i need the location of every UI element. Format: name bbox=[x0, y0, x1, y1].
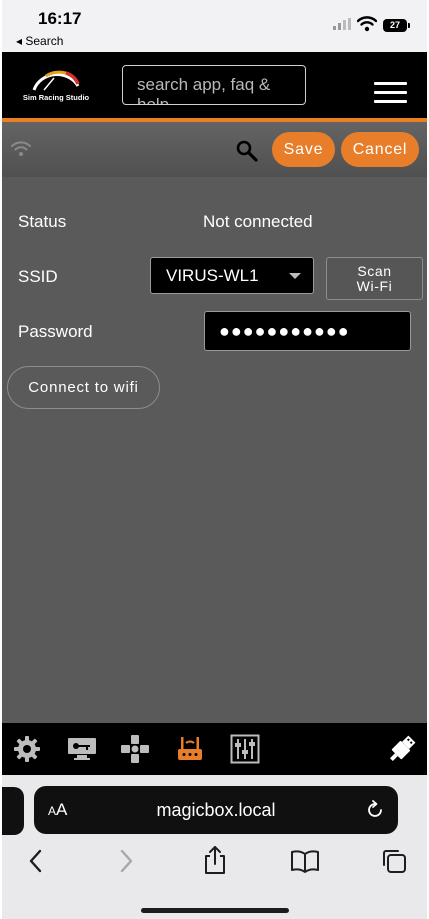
bottom-nav-bar bbox=[2, 723, 427, 775]
hamburger-menu-icon[interactable] bbox=[374, 82, 407, 104]
wifi-signal-icon bbox=[11, 141, 31, 156]
usb-icon[interactable] bbox=[386, 733, 418, 765]
bookmarks-icon[interactable] bbox=[290, 848, 320, 874]
back-to-search-link[interactable]: ◂ Search bbox=[16, 34, 63, 48]
logo-text: Sim Racing Studio bbox=[22, 93, 90, 102]
clock: 16:17 bbox=[38, 9, 82, 28]
monitor-key-icon[interactable] bbox=[64, 733, 100, 765]
back-arrow-icon[interactable] bbox=[26, 848, 46, 874]
home-indicator[interactable] bbox=[141, 908, 289, 913]
gear-icon[interactable] bbox=[11, 733, 43, 765]
app-search-input[interactable]: search app, faq & help bbox=[122, 65, 306, 105]
forward-arrow-icon[interactable] bbox=[116, 848, 136, 874]
reload-icon[interactable] bbox=[364, 799, 386, 821]
connect-to-wifi-button[interactable]: Connect to wifi bbox=[7, 366, 160, 409]
save-button[interactable]: Save bbox=[272, 132, 335, 167]
router-icon[interactable] bbox=[174, 733, 206, 765]
search-icon[interactable] bbox=[235, 139, 259, 163]
password-field[interactable]: ●●●●●●●●●●● bbox=[204, 311, 411, 351]
action-toolbar: Save Cancel bbox=[2, 122, 427, 177]
url-text: magicbox.local bbox=[156, 800, 276, 820]
battery-icon: 27 bbox=[383, 19, 407, 32]
scan-label-line2: Wi-Fi bbox=[356, 278, 393, 294]
logo-arc-icon bbox=[32, 70, 80, 91]
ssid-selected-value: VIRUS-WL1 bbox=[166, 266, 259, 285]
app-screen: 16:17 ◂ Search 27 Sim Racing Studio sear… bbox=[2, 0, 427, 919]
ios-status-bar: 16:17 ◂ Search 27 bbox=[2, 0, 427, 52]
chevron-down-icon bbox=[289, 273, 301, 279]
app-header: Sim Racing Studio search app, faq & help bbox=[2, 52, 427, 118]
wifi-status-icon bbox=[357, 16, 377, 32]
ssid-label: SSID bbox=[18, 267, 58, 286]
tabs-icon[interactable] bbox=[381, 848, 407, 874]
status-value: Not connected bbox=[203, 212, 313, 231]
browser-toolbar: AA magicbox.local bbox=[2, 775, 427, 919]
status-label: Status bbox=[18, 212, 67, 231]
scan-wifi-button[interactable]: Scan Wi-Fi bbox=[326, 257, 423, 300]
password-label: Password bbox=[18, 322, 93, 341]
address-bar[interactable]: AA magicbox.local bbox=[34, 786, 398, 834]
cell-signal-icon bbox=[333, 18, 351, 30]
cancel-button[interactable]: Cancel bbox=[341, 132, 419, 167]
share-icon[interactable] bbox=[202, 845, 228, 875]
sim-racing-studio-logo[interactable]: Sim Racing Studio bbox=[16, 64, 96, 108]
ssid-dropdown[interactable]: VIRUS-WL1 bbox=[150, 257, 314, 294]
scan-label-line1: Scan bbox=[357, 263, 392, 279]
dpad-icon[interactable] bbox=[119, 733, 151, 765]
battery-tip bbox=[408, 23, 410, 28]
wifi-settings-panel: Status Not connected SSID VIRUS-WL1 Scan… bbox=[2, 177, 427, 723]
previous-tab-preview[interactable] bbox=[2, 787, 24, 835]
sliders-icon[interactable] bbox=[229, 733, 261, 765]
